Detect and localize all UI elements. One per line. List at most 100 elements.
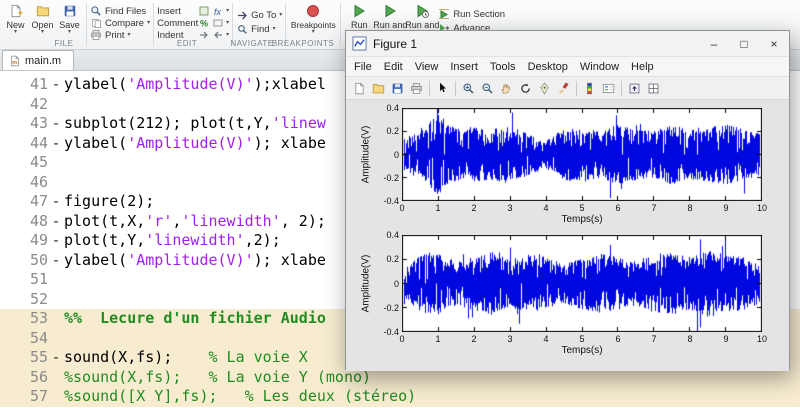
compare-button[interactable]: Compare ▾ (90, 17, 150, 29)
grid-view-icon[interactable] (644, 79, 663, 98)
new-figure-icon[interactable] (350, 79, 369, 98)
line-number: 54 (0, 329, 48, 349)
waveform-canvas[interactable] (402, 235, 762, 332)
x-tick-label: 5 (572, 334, 592, 344)
new-script-icon (8, 3, 24, 19)
line-exec-dash (48, 309, 64, 329)
menu-tools[interactable]: Tools (484, 61, 522, 73)
legend-icon[interactable] (599, 79, 618, 98)
close-button[interactable]: × (759, 31, 789, 56)
new-button[interactable]: New ▾ (2, 2, 29, 35)
print-label: Print (105, 30, 125, 41)
minimize-button[interactable]: – (699, 31, 729, 56)
find-icon (236, 23, 248, 35)
colorbar-icon[interactable] (580, 79, 599, 98)
x-tick-label: 7 (644, 334, 664, 344)
line-number: 41 (0, 75, 48, 95)
comment-label: Comment (157, 18, 195, 29)
chevron-down-icon: ▾ (279, 13, 282, 18)
line-number: 50 (0, 251, 48, 271)
waveform-canvas[interactable] (402, 108, 762, 201)
x-tick-label: 5 (572, 203, 592, 213)
find-button[interactable]: Find ▾ (236, 22, 282, 36)
brush-icon[interactable] (554, 79, 573, 98)
menu-window[interactable]: Window (574, 61, 625, 73)
open-file-icon[interactable] (369, 79, 388, 98)
x-tick-label: 8 (680, 203, 700, 213)
save-button[interactable]: Save ▾ (56, 2, 83, 35)
line-number: 52 (0, 290, 48, 310)
line-exec-dash (48, 368, 64, 388)
ribbon-section-breakpoints: BREAKPOINTS (268, 39, 338, 48)
menu-view[interactable]: View (409, 61, 445, 73)
line-number: 56 (0, 368, 48, 388)
find-files-icon (90, 5, 102, 17)
save-figure-icon[interactable] (388, 79, 407, 98)
tab-main-m[interactable]: m main.m (2, 50, 74, 70)
x-tick-label: 3 (500, 203, 520, 213)
insert-section-icon (198, 6, 209, 17)
chevron-down-icon: ▾ (68, 30, 71, 35)
tab-label: main.m (25, 55, 61, 67)
run-and-advance-button[interactable]: Run and (374, 2, 406, 30)
breakpoints-button[interactable]: Breakpoints ▾ (289, 2, 337, 35)
find-files-label: Find Files (105, 6, 146, 17)
rotate-3d-icon[interactable] (516, 79, 535, 98)
x-tick-label: 4 (536, 334, 556, 344)
x-tick-label: 10 (752, 334, 772, 344)
menu-desktop[interactable]: Desktop (522, 61, 574, 73)
line-number: 43 (0, 114, 48, 134)
menu-help[interactable]: Help (625, 61, 660, 73)
edit-plot-icon[interactable] (433, 79, 452, 98)
figure-canvas-area: 0.40.20-0.2-0.4012345678910Temps(s)Ampli… (346, 100, 789, 371)
find-label: Find (251, 24, 269, 35)
figure-window[interactable]: Figure 1 – □ × File Edit View Insert Too… (345, 30, 790, 370)
mfile-icon: m (9, 55, 21, 67)
compare-icon (90, 17, 102, 29)
run-section-button[interactable]: Run Section (438, 7, 505, 21)
line-exec-dash: - (48, 114, 64, 134)
figure-app-icon (352, 36, 367, 51)
run-and-time-button[interactable]: Run and (406, 2, 438, 30)
chevron-down-icon: ▾ (226, 9, 229, 14)
open-button[interactable]: Open ▾ (29, 2, 56, 35)
dock-figure-icon[interactable] (625, 79, 644, 98)
plot-axes (402, 235, 762, 332)
x-tick-label: 6 (608, 334, 628, 344)
y-tick-label: -0.2 (371, 303, 399, 313)
menu-file[interactable]: File (348, 61, 378, 73)
menu-edit[interactable]: Edit (378, 61, 409, 73)
line-exec-dash (48, 173, 64, 193)
x-tick-label: 2 (464, 334, 484, 344)
line-exec-dash: - (48, 348, 64, 368)
pan-icon[interactable] (497, 79, 516, 98)
print-button[interactable]: Print ▾ (90, 29, 150, 41)
run-and-advance-icon (382, 3, 398, 19)
comment-button[interactable]: Comment % ▾ (157, 17, 229, 29)
insert-button[interactable]: Insert fx ▾ (157, 5, 229, 17)
zoom-out-icon[interactable] (478, 79, 497, 98)
line-exec-dash: - (48, 251, 64, 271)
separator (429, 81, 430, 96)
line-number: 47 (0, 192, 48, 212)
figure-toolbar (346, 77, 789, 100)
line-number: 51 (0, 270, 48, 290)
chevron-down-icon: ▾ (312, 30, 315, 35)
zoom-in-icon[interactable] (459, 79, 478, 98)
x-axis-label: Temps(s) (537, 345, 627, 356)
print-figure-icon[interactable] (407, 79, 426, 98)
chevron-down-icon: ▾ (147, 21, 150, 26)
goto-button[interactable]: Go To ▾ (236, 8, 282, 22)
figure-titlebar[interactable]: Figure 1 – □ × (346, 31, 789, 57)
find-files-button[interactable]: Find Files (90, 5, 150, 17)
maximize-button[interactable]: □ (729, 31, 759, 56)
ribbon-section-edit: EDIT (152, 39, 222, 48)
x-tick-label: 4 (536, 203, 556, 213)
line-exec-dash (48, 329, 64, 349)
line-number: 45 (0, 153, 48, 173)
figure-title: Figure 1 (373, 37, 699, 51)
data-cursor-icon[interactable] (535, 79, 554, 98)
x-tick-label: 1 (428, 334, 448, 344)
line-number: 42 (0, 95, 48, 115)
menu-insert[interactable]: Insert (444, 61, 484, 73)
